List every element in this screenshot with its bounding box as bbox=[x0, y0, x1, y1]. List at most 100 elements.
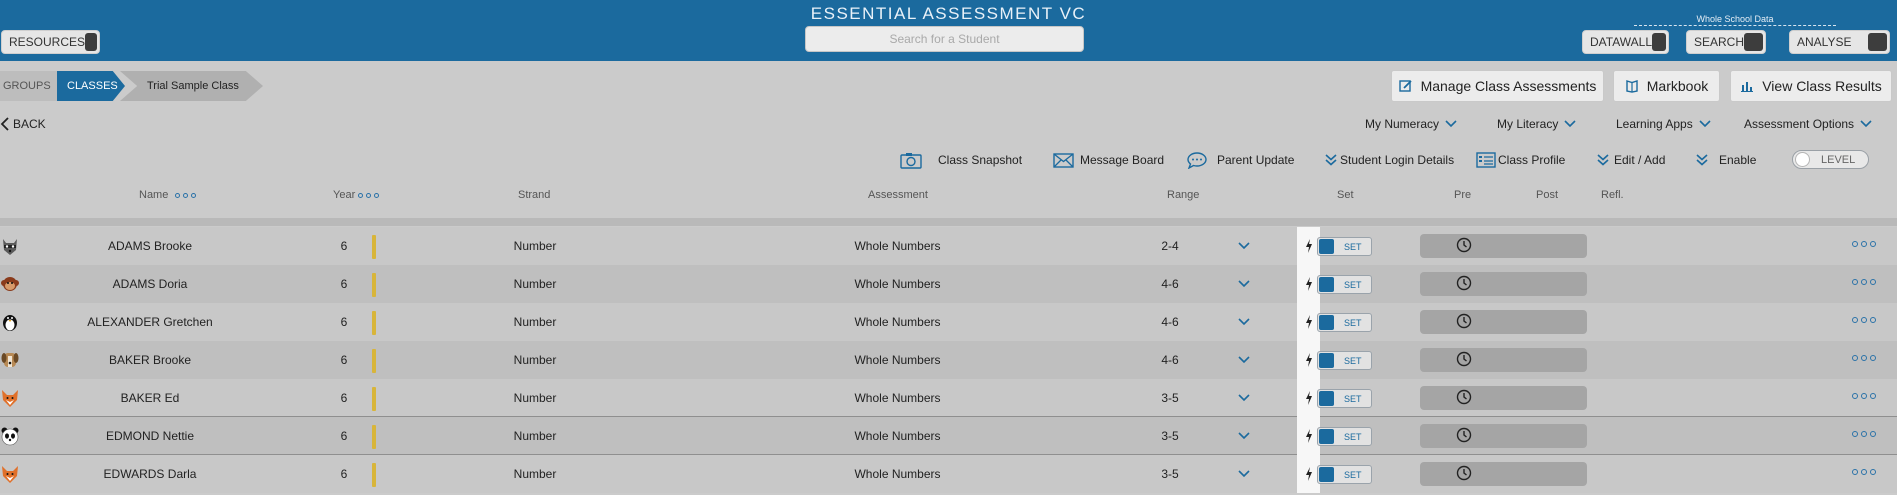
back-link[interactable]: BACK bbox=[0, 115, 46, 133]
chevron-down-icon bbox=[1699, 120, 1711, 128]
student-name[interactable]: EDWARDS Darla bbox=[60, 455, 240, 493]
range-chevron-down-icon[interactable] bbox=[1238, 356, 1250, 364]
clock-icon bbox=[1456, 427, 1472, 443]
camera-icon bbox=[900, 152, 922, 169]
student-name[interactable]: BAKER Ed bbox=[60, 379, 240, 417]
pre-assessment-slot[interactable] bbox=[1420, 348, 1587, 372]
header-divider bbox=[0, 218, 1897, 226]
column-header-year[interactable]: Year bbox=[333, 189, 380, 201]
pre-assessment-slot[interactable] bbox=[1420, 234, 1587, 258]
datawall-toggle-icon bbox=[1652, 33, 1666, 51]
resources-button[interactable]: RESOURCES bbox=[1, 30, 100, 54]
lightning-icon[interactable] bbox=[1305, 315, 1313, 329]
set-toggle[interactable]: SET bbox=[1317, 351, 1372, 370]
analyse-button[interactable]: ANALYSE bbox=[1789, 30, 1890, 54]
year-options-icon[interactable] bbox=[358, 192, 380, 198]
student-name[interactable]: BAKER Brooke bbox=[60, 341, 240, 379]
column-header-name[interactable]: Name bbox=[139, 189, 197, 201]
breadcrumb-classes[interactable]: CLASSES bbox=[57, 71, 125, 101]
lightning-icon[interactable] bbox=[1305, 277, 1313, 291]
class-snapshot-button[interactable]: Class Snapshot bbox=[900, 150, 1022, 170]
datawall-button[interactable]: DATAWALL bbox=[1582, 30, 1669, 54]
set-toggle[interactable]: SET bbox=[1317, 427, 1372, 446]
markbook-button[interactable]: Markbook bbox=[1613, 70, 1720, 102]
manage-class-assessments-button[interactable]: Manage Class Assessments bbox=[1391, 70, 1604, 102]
pre-assessment-slot[interactable] bbox=[1420, 310, 1587, 334]
pre-assessment-slot[interactable] bbox=[1420, 386, 1587, 410]
range-value: 4-6 bbox=[1161, 315, 1179, 329]
name-options-icon[interactable] bbox=[175, 192, 197, 198]
column-header-year-label: Year bbox=[333, 189, 356, 201]
pre-assessment-slot[interactable] bbox=[1420, 462, 1587, 486]
student-year: 6 bbox=[340, 315, 348, 329]
student-year: 6 bbox=[340, 353, 348, 367]
row-more-options-icon[interactable] bbox=[1852, 393, 1876, 399]
student-search-input[interactable]: Search for a Student bbox=[805, 26, 1084, 52]
datawall-label: DATAWALL bbox=[1590, 35, 1653, 49]
assessment-value: Whole Numbers bbox=[854, 391, 941, 405]
set-toggle[interactable]: SET bbox=[1317, 313, 1372, 332]
penguin-avatar-icon bbox=[3, 315, 17, 331]
student-name[interactable]: ALEXANDER Gretchen bbox=[60, 303, 240, 341]
pre-assessment-slot[interactable] bbox=[1420, 424, 1587, 448]
message-board-label: Message Board bbox=[1080, 153, 1165, 167]
search-button[interactable]: SEARCH bbox=[1686, 30, 1766, 54]
lightning-icon[interactable] bbox=[1305, 467, 1313, 481]
level-toggle[interactable]: LEVEL bbox=[1792, 150, 1869, 169]
set-toggle[interactable]: SET bbox=[1317, 389, 1372, 408]
message-board-button[interactable]: Message Board bbox=[1053, 150, 1164, 170]
lightning-icon[interactable] bbox=[1305, 239, 1313, 253]
row-more-options-icon[interactable] bbox=[1852, 279, 1876, 285]
strand-color-bar bbox=[372, 425, 376, 449]
enable-button[interactable]: Enable bbox=[1695, 150, 1756, 170]
student-name[interactable]: ADAMS Doria bbox=[60, 265, 240, 303]
row-more-options-icon[interactable] bbox=[1852, 241, 1876, 247]
range-chevron-down-icon[interactable] bbox=[1238, 318, 1250, 326]
breadcrumb-groups[interactable]: GROUPS bbox=[0, 71, 57, 101]
range-chevron-down-icon[interactable] bbox=[1238, 394, 1250, 402]
raccoon-avatar-icon bbox=[3, 239, 17, 255]
clock-icon bbox=[1456, 351, 1472, 367]
row-more-options-icon[interactable] bbox=[1852, 317, 1876, 323]
my-numeracy-menu[interactable]: My Numeracy bbox=[1365, 115, 1457, 133]
strand-color-bar bbox=[372, 235, 376, 259]
class-profile-button[interactable]: Class Profile bbox=[1476, 150, 1565, 170]
strand-value: Number bbox=[513, 429, 557, 443]
student-table: ADAMS Brooke 6 Number Whole Numbers 2-4 … bbox=[0, 227, 1897, 493]
range-chevron-down-icon[interactable] bbox=[1238, 470, 1250, 478]
set-toggle[interactable]: SET bbox=[1317, 465, 1372, 484]
view-class-results-button[interactable]: View Class Results bbox=[1730, 70, 1892, 102]
strand-value: Number bbox=[513, 467, 557, 481]
student-year: 6 bbox=[340, 277, 348, 291]
range-chevron-down-icon[interactable] bbox=[1238, 242, 1250, 250]
student-login-details-button[interactable]: Student Login Details bbox=[1324, 150, 1454, 170]
assessment-options-menu[interactable]: Assessment Options bbox=[1744, 115, 1872, 133]
row-more-options-icon[interactable] bbox=[1852, 355, 1876, 361]
row-more-options-icon[interactable] bbox=[1852, 469, 1876, 475]
set-toggle-knob bbox=[1319, 429, 1334, 444]
student-name[interactable]: EDMOND Nettie bbox=[60, 417, 240, 455]
lightning-icon[interactable] bbox=[1305, 429, 1313, 443]
range-chevron-down-icon[interactable] bbox=[1238, 280, 1250, 288]
clock-icon bbox=[1456, 465, 1472, 481]
level-toggle-knob bbox=[1795, 152, 1810, 167]
student-login-details-label: Student Login Details bbox=[1340, 153, 1455, 167]
learning-apps-menu[interactable]: Learning Apps bbox=[1616, 115, 1711, 133]
edit-add-button[interactable]: Edit / Add bbox=[1596, 150, 1665, 170]
lightning-icon[interactable] bbox=[1305, 391, 1313, 405]
table-row: BAKER Brooke 6 Number Whole Numbers 4-6 … bbox=[0, 341, 1897, 379]
set-toggle[interactable]: SET bbox=[1317, 237, 1372, 256]
row-more-options-icon[interactable] bbox=[1852, 431, 1876, 437]
my-literacy-menu[interactable]: My Literacy bbox=[1497, 115, 1576, 133]
strand-color-bar bbox=[372, 463, 376, 487]
range-chevron-down-icon[interactable] bbox=[1238, 432, 1250, 440]
set-toggle[interactable]: SET bbox=[1317, 275, 1372, 294]
column-header-post: Post bbox=[1536, 189, 1559, 201]
pre-assessment-slot[interactable] bbox=[1420, 272, 1587, 296]
student-name[interactable]: ADAMS Brooke bbox=[60, 227, 240, 265]
table-row: BAKER Ed 6 Number Whole Numbers 3-5 SET bbox=[0, 379, 1897, 417]
breadcrumb-current-class[interactable]: Trial Sample Class bbox=[120, 71, 263, 101]
parent-update-button[interactable]: Parent Update bbox=[1187, 150, 1294, 170]
lightning-icon[interactable] bbox=[1305, 353, 1313, 367]
edit-add-label: Edit / Add bbox=[1614, 153, 1666, 167]
